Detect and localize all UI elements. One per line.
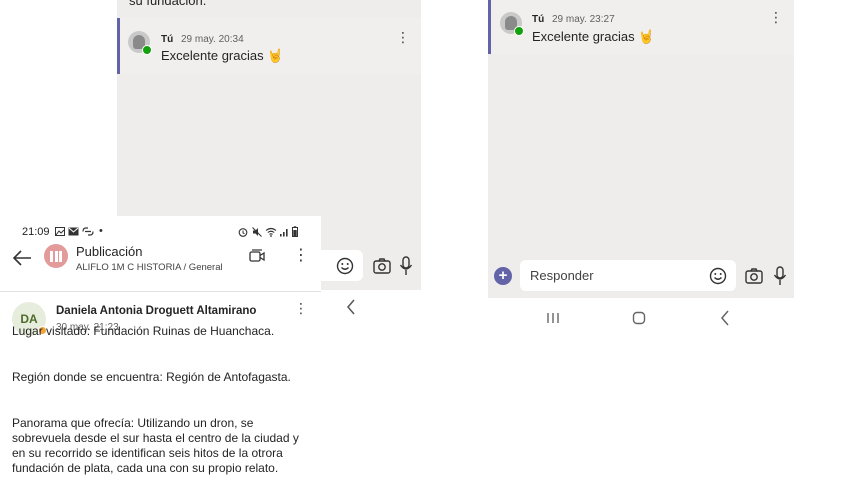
- more-options-icon[interactable]: ⋮: [769, 10, 783, 24]
- more-options-icon[interactable]: ⋮: [396, 30, 410, 44]
- chat-message[interactable]: Tú 29 may. 23:27 Excelente gracias 🤘 ⋮: [488, 0, 794, 54]
- own-message-indicator: [488, 0, 491, 54]
- recent-apps-icon[interactable]: [546, 311, 560, 325]
- camera-icon[interactable]: [744, 266, 764, 286]
- app-bar: Publicación ALIFLO 1M C HISTORIA / Gener…: [0, 244, 321, 292]
- link-notification-icon: [82, 227, 94, 236]
- right-chat-panel: Tú 29 may. 23:27 Excelente gracias 🤘 ⋮: [488, 0, 794, 298]
- mute-icon: [252, 227, 262, 237]
- status-bar: 21:09 •: [0, 216, 321, 244]
- emoji-icon[interactable]: [708, 266, 728, 286]
- post-paragraph-panorama: Panorama que ofrecía: Utilizando un dron…: [12, 416, 299, 475]
- microphone-icon[interactable]: [773, 265, 787, 287]
- status-time: 21:09: [22, 226, 50, 238]
- presence-available-icon: [142, 45, 152, 55]
- post-author: Daniela Antonia Droguett Altamirano: [56, 305, 257, 317]
- message-author: Tú: [161, 34, 174, 45]
- add-attachment-button[interactable]: +: [494, 267, 512, 285]
- mail-notification-icon: [68, 227, 79, 236]
- back-arrow-icon[interactable]: [12, 250, 32, 266]
- message-author: Tú: [532, 14, 545, 25]
- presence-available-icon: [514, 26, 524, 36]
- post-card: DA Daniela Antonia Droguett Altamirano 3…: [0, 292, 321, 500]
- emoji-icon[interactable]: [335, 256, 355, 276]
- home-icon[interactable]: [632, 311, 646, 325]
- reply-input[interactable]: Responder: [520, 260, 736, 291]
- message-text: Excelente gracias 🤘: [532, 29, 655, 44]
- own-message-indicator: [117, 18, 120, 74]
- microphone-icon[interactable]: [399, 255, 413, 277]
- message-text: Excelente gracias 🤘: [161, 48, 284, 63]
- meet-now-icon[interactable]: [249, 249, 265, 264]
- more-options-icon[interactable]: ⋮: [293, 248, 309, 264]
- post-options-icon[interactable]: ⋮: [294, 301, 308, 315]
- nav-back-icon[interactable]: [344, 298, 358, 316]
- nav-back-icon[interactable]: [718, 309, 732, 327]
- message-timestamp: 29 may. 23:27: [552, 14, 615, 25]
- team-avatar: [44, 244, 68, 268]
- post-paragraph-place: Lugar visitado: Fundación Ruinas de Huan…: [12, 324, 275, 338]
- battery-icon: [292, 226, 298, 237]
- camera-icon[interactable]: [372, 256, 392, 276]
- page-title: Publicación: [76, 244, 143, 259]
- android-nav-bar: [488, 298, 794, 340]
- front-phone-screen: 21:09 • Publicación ALIFLO 1M C HISTORIA…: [0, 216, 321, 500]
- alarm-icon: [238, 228, 248, 237]
- gallery-notification-icon: [55, 227, 65, 236]
- chat-message[interactable]: Tú 29 may. 20:34 Excelente gracias 🤘 ⋮: [117, 18, 421, 74]
- message-timestamp: 29 may. 20:34: [181, 34, 244, 45]
- reply-placeholder: Responder: [530, 268, 594, 283]
- clipped-message-text: su fundación.: [129, 0, 207, 8]
- wifi-icon: [265, 227, 277, 237]
- channel-breadcrumb: ALIFLO 1M C HISTORIA / General: [76, 262, 223, 273]
- signal-icon: [280, 229, 288, 237]
- status-more-dot: •: [99, 225, 103, 237]
- post-paragraph-region: Región donde se encuentra: Región de Ant…: [12, 370, 291, 384]
